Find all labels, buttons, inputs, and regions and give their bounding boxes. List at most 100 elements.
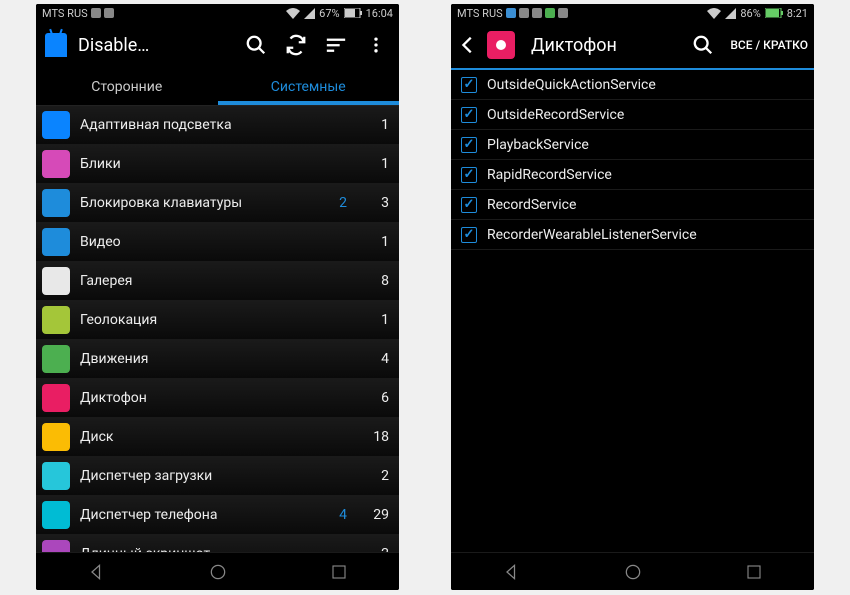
service-name: OutsideQuickActionService [487, 77, 656, 93]
home-button[interactable] [207, 561, 229, 583]
recent-button[interactable] [743, 561, 765, 583]
app-row-count: 3 [365, 195, 389, 211]
app-row-label: Галерея [80, 273, 365, 289]
app-list[interactable]: Адаптивная подсветка1Блики1Блокировка кл… [36, 106, 399, 552]
search-icon[interactable] [245, 34, 267, 56]
carrier-label: MTS RUS [42, 7, 88, 20]
app-title: Disable… [78, 35, 237, 56]
app-row-count: 1 [365, 117, 389, 133]
app-row-label: Диктофон [80, 390, 365, 406]
recorder-app-icon [487, 31, 515, 59]
tab-label: Системные [271, 79, 346, 95]
back-button[interactable] [86, 561, 108, 583]
app-row-icon [42, 189, 70, 217]
action-bar: Диктофон ВСЕ / КРАТКО [451, 22, 814, 68]
list-item[interactable]: Диск18 [36, 418, 399, 457]
app-row-icon [42, 111, 70, 139]
list-item[interactable]: Галерея8 [36, 262, 399, 301]
app-row-count: 4 [365, 351, 389, 367]
app-row-badge: 4 [327, 507, 347, 523]
app-row-count: 18 [365, 429, 389, 445]
action-bar: Disable… [36, 22, 399, 68]
app-row-icon [42, 423, 70, 451]
service-checkbox[interactable] [461, 197, 477, 213]
app-row-label: Адаптивная подсветка [80, 117, 365, 133]
wifi-icon [286, 8, 300, 19]
app-row-count: 6 [365, 390, 389, 406]
service-item[interactable]: OutsideRecordService [451, 100, 814, 130]
service-checkbox[interactable] [461, 137, 477, 153]
service-item[interactable]: PlaybackService [451, 130, 814, 160]
nav-bar [451, 552, 814, 590]
signal-icon [304, 8, 315, 19]
service-item[interactable]: RapidRecordService [451, 160, 814, 190]
service-item[interactable]: RecordService [451, 190, 814, 220]
back-button[interactable] [501, 561, 523, 583]
service-item[interactable]: RecorderWearableListenerService [451, 220, 814, 250]
app-row-badge: 2 [327, 195, 347, 211]
recent-button[interactable] [328, 561, 350, 583]
app-row-icon [42, 540, 70, 552]
app-row-label: Диспетчер телефона [80, 507, 327, 523]
app-row-icon [42, 228, 70, 256]
app-row-label: Диспетчер загрузки [80, 468, 365, 484]
list-item[interactable]: Адаптивная подсветка1 [36, 106, 399, 145]
sort-icon[interactable] [325, 34, 347, 56]
app-row-label: Блокировка клавиатуры [80, 195, 327, 211]
toggle-all-brief[interactable]: ВСЕ / КРАТКО [730, 38, 808, 52]
app-row-icon [42, 306, 70, 334]
app-row-icon [42, 267, 70, 295]
list-item[interactable]: Движения4 [36, 340, 399, 379]
status-icon [532, 8, 542, 18]
status-icon [545, 8, 555, 18]
phone-right: MTS RUS 86% 8:21 Диктофон [451, 4, 814, 590]
battery-pct: 67% [319, 7, 339, 20]
list-item[interactable]: Геолокация1 [36, 301, 399, 340]
app-row-label: Видео [80, 234, 365, 250]
wifi-icon [707, 8, 721, 19]
status-icon [91, 8, 101, 18]
list-item[interactable]: Диспетчер загрузки2 [36, 457, 399, 496]
service-checkbox[interactable] [461, 77, 477, 93]
status-icon [558, 8, 568, 18]
status-icon [519, 8, 529, 18]
clock: 16:04 [366, 7, 393, 20]
app-row-label: Геолокация [80, 312, 365, 328]
service-checkbox[interactable] [461, 167, 477, 183]
tab-system[interactable]: Системные [218, 68, 400, 105]
refresh-icon[interactable] [285, 34, 307, 56]
list-item[interactable]: Диктофон6 [36, 379, 399, 418]
nav-bar [36, 552, 399, 590]
app-row-count: 1 [365, 156, 389, 172]
service-name: RecorderWearableListenerService [487, 227, 697, 243]
search-icon[interactable] [692, 34, 714, 56]
app-row-count: 2 [365, 468, 389, 484]
service-name: RapidRecordService [487, 167, 612, 183]
status-bar: MTS RUS 86% 8:21 [451, 4, 814, 22]
app-row-count: 1 [365, 312, 389, 328]
tab-label: Сторонние [91, 79, 162, 95]
service-list[interactable]: OutsideQuickActionService OutsideRecordSe… [451, 70, 814, 552]
list-item[interactable]: Диспетчер телефона429 [36, 496, 399, 535]
back-icon[interactable] [457, 34, 479, 56]
home-button[interactable] [622, 561, 644, 583]
battery-icon [765, 8, 783, 18]
overflow-icon[interactable] [365, 34, 387, 56]
list-item[interactable]: Блокировка клавиатуры2 3 [36, 184, 399, 223]
tab-thirdparty[interactable]: Сторонние [36, 68, 218, 105]
app-row-icon [42, 462, 70, 490]
list-item[interactable]: Длинный скриншот2 [36, 535, 399, 552]
battery-icon [344, 8, 362, 18]
service-checkbox[interactable] [461, 107, 477, 123]
app-icon [42, 31, 70, 59]
status-icon [104, 8, 114, 18]
app-row-icon [42, 384, 70, 412]
service-checkbox[interactable] [461, 227, 477, 243]
app-row-count: 8 [365, 273, 389, 289]
list-item[interactable]: Видео1 [36, 223, 399, 262]
app-row-icon [42, 501, 70, 529]
list-item[interactable]: Блики1 [36, 145, 399, 184]
service-item[interactable]: OutsideQuickActionService [451, 70, 814, 100]
carrier-label: MTS RUS [457, 7, 503, 20]
phone-left: MTS RUS 67% 16:04 Disable… [36, 4, 399, 590]
